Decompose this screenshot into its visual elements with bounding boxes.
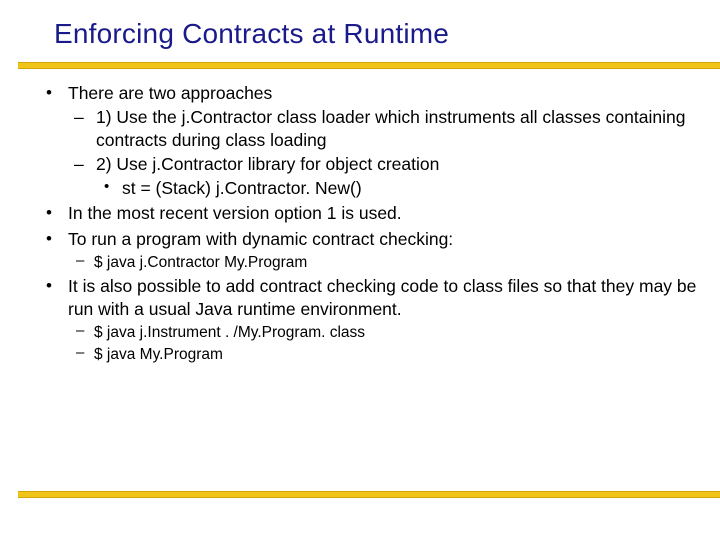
bullet-item: There are two approaches 1) Use the j.Co…: [40, 82, 700, 200]
bullet-item: In the most recent version option 1 is u…: [40, 202, 700, 225]
bullet-text: 2) Use j.Contractor library for object c…: [96, 154, 439, 174]
bullet-text: $ java j.Contractor My.Program: [94, 254, 307, 271]
bullet-text: 1) Use the j.Contractor class loader whi…: [96, 107, 685, 150]
bullet-text: $ java My.Program: [94, 346, 223, 363]
bullet-text: To run a program with dynamic contract c…: [68, 229, 453, 249]
bullet-item: $ java My.Program: [68, 345, 700, 365]
bullet-item: 2) Use j.Contractor library for object c…: [68, 153, 700, 200]
bullet-item: It is also possible to add contract chec…: [40, 275, 700, 365]
bullet-item: $ java j.Contractor My.Program: [68, 253, 700, 273]
title-block: Enforcing Contracts at Runtime: [0, 0, 720, 50]
bullet-text: st = (Stack) j.Contractor. New(): [122, 178, 362, 198]
bullet-text: In the most recent version option 1 is u…: [68, 203, 402, 223]
bullet-item: $ java j.Instrument . /My.Program. class: [68, 323, 700, 343]
bullet-item: st = (Stack) j.Contractor. New(): [96, 177, 700, 200]
slide-title: Enforcing Contracts at Runtime: [54, 18, 720, 50]
bullet-item: 1) Use the j.Contractor class loader whi…: [68, 106, 700, 152]
title-underline: [18, 56, 720, 69]
bullet-item: To run a program with dynamic contract c…: [40, 228, 700, 274]
bullet-text: There are two approaches: [68, 83, 272, 103]
footer-underline: [18, 485, 720, 498]
slide-content: There are two approaches 1) Use the j.Co…: [40, 82, 700, 367]
bullet-text: It is also possible to add contract chec…: [68, 276, 696, 319]
bullet-text: $ java j.Instrument . /My.Program. class: [94, 324, 365, 341]
